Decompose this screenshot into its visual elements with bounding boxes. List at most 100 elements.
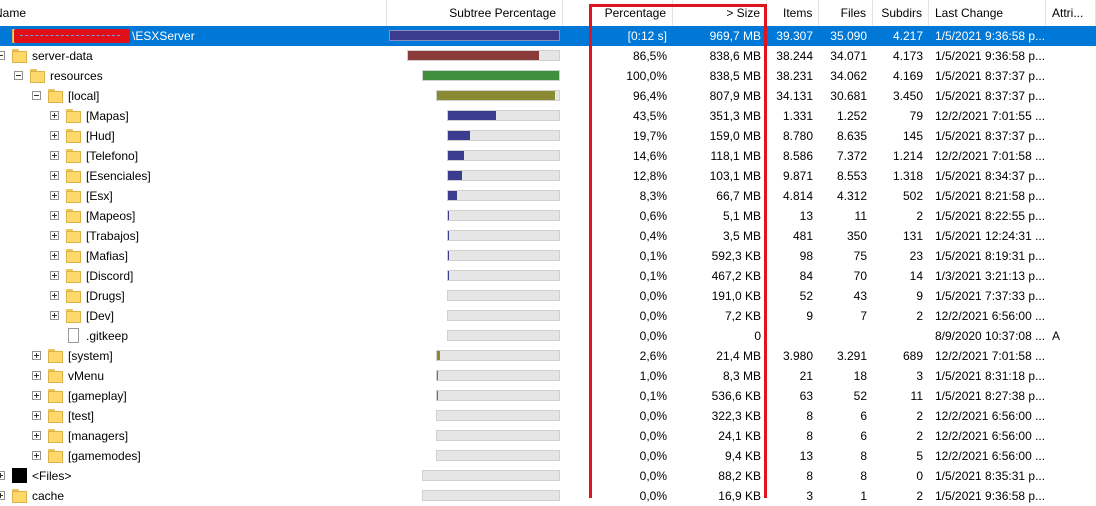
tree-row[interactable]: [Telefono]14,6%118,1 MB8.5867.3721.21412… <box>0 146 1096 166</box>
items-cell: 8 <box>767 426 819 446</box>
collapse-icon[interactable] <box>32 91 41 100</box>
expand-icon[interactable] <box>32 391 41 400</box>
subdirs-cell: 2 <box>873 206 929 226</box>
subtree-percentage-bar <box>436 410 560 421</box>
expand-icon[interactable] <box>50 191 59 200</box>
tree-row[interactable]: cache0,0%16,9 KB3121/5/2021 9:36:58 p... <box>0 486 1096 506</box>
expand-icon[interactable] <box>50 271 59 280</box>
subtree-percentage-fill <box>448 171 462 180</box>
header-files[interactable]: Files <box>819 0 873 27</box>
files-cell: 1.252 <box>819 106 873 126</box>
header-last-change[interactable]: Last Change <box>929 0 1046 27</box>
subtree-percentage-fill <box>448 111 496 120</box>
expand-icon[interactable] <box>50 291 59 300</box>
tree-row[interactable]: \ESXServer[0:12 s]969,7 MB39.30735.0904.… <box>0 26 1096 46</box>
expand-icon[interactable] <box>50 111 59 120</box>
expand-icon[interactable] <box>32 411 41 420</box>
subtree-percentage-bar <box>436 450 560 461</box>
folder-icon <box>66 108 81 123</box>
last-change-cell: 1/5/2021 8:37:37 p... <box>929 126 1046 146</box>
header-name[interactable]: Name <box>0 0 387 27</box>
tree-row[interactable]: [Drugs]0,0%191,0 KB524391/5/2021 7:37:33… <box>0 286 1096 306</box>
expand-icon[interactable] <box>50 131 59 140</box>
header-attributes[interactable]: Attri... <box>1046 0 1096 27</box>
tree-row[interactable]: [test]0,0%322,3 KB86212/2/2021 6:56:00 .… <box>0 406 1096 426</box>
tree-row[interactable]: [Mapas]43,5%351,3 MB1.3311.2527912/2/202… <box>0 106 1096 126</box>
files-cell: 75 <box>819 246 873 266</box>
files-cell: 52 <box>819 386 873 406</box>
subdirs-cell: 2 <box>873 426 929 446</box>
header-subdirs[interactable]: Subdirs <box>873 0 929 27</box>
expand-icon[interactable] <box>50 171 59 180</box>
expand-icon[interactable] <box>32 351 41 360</box>
files-cell: 30.681 <box>819 86 873 106</box>
collapse-icon[interactable] <box>14 71 23 80</box>
subdirs-cell: 1.318 <box>873 166 929 186</box>
expand-icon[interactable] <box>50 311 59 320</box>
subtree-percentage-fill <box>423 71 559 80</box>
subdirs-cell: 145 <box>873 126 929 146</box>
item-name: [managers] <box>68 426 128 446</box>
tree-row[interactable]: [Mafias]0,1%592,3 KB9875231/5/2021 8:19:… <box>0 246 1096 266</box>
column-header: Name Subtree Percentage Percentage > Siz… <box>0 0 1096 28</box>
tree-row[interactable]: [Dev]0,0%7,2 KB97212/2/2021 6:56:00 ... <box>0 306 1096 326</box>
subtree-percentage-fill <box>448 151 464 160</box>
tree-row[interactable]: <Files>0,0%88,2 KB8801/5/2021 8:35:31 p.… <box>0 466 1096 486</box>
subtree-percentage-bar <box>436 90 560 101</box>
items-cell: 63 <box>767 386 819 406</box>
tree-row[interactable]: [Trabajos]0,4%3,5 MB4813501311/5/2021 12… <box>0 226 1096 246</box>
header-subtree-percentage[interactable]: Subtree Percentage <box>387 0 563 27</box>
tree-row[interactable]: [local]96,4%807,9 MB34.13130.6813.4501/5… <box>0 86 1096 106</box>
attributes-cell <box>1046 306 1096 326</box>
last-change-cell: 1/5/2021 8:35:31 p... <box>929 466 1046 486</box>
expand-icon[interactable] <box>50 231 59 240</box>
files-cell: 8.635 <box>819 126 873 146</box>
file-icon <box>68 328 79 343</box>
subtree-percentage-bar <box>447 290 560 301</box>
last-change-cell: 1/5/2021 9:36:58 p... <box>929 26 1046 46</box>
highlight-box <box>589 4 767 498</box>
attributes-cell <box>1046 386 1096 406</box>
tree-row[interactable]: [Hud]19,7%159,0 MB8.7808.6351451/5/2021 … <box>0 126 1096 146</box>
item-name: [Hud] <box>86 126 115 146</box>
expand-icon[interactable] <box>32 451 41 460</box>
item-name: vMenu <box>68 366 104 386</box>
tree-row[interactable]: vMenu1,0%8,3 MB211831/5/2021 8:31:18 p..… <box>0 366 1096 386</box>
tree-row[interactable]: [gamemodes]0,0%9,4 KB138512/2/2021 6:56:… <box>0 446 1096 466</box>
expand-icon[interactable] <box>0 491 5 500</box>
expand-icon[interactable] <box>32 431 41 440</box>
tree-row[interactable]: [gameplay]0,1%536,6 KB6352111/5/2021 8:2… <box>0 386 1096 406</box>
tree-row[interactable]: [Esx]8,3%66,7 MB4.8144.3125021/5/2021 8:… <box>0 186 1096 206</box>
tree-row[interactable]: resources100,0%838,5 MB38.23134.0624.169… <box>0 66 1096 86</box>
tree-row[interactable]: [system]2,6%21,4 MB3.9803.29168912/2/202… <box>0 346 1096 366</box>
tree-row[interactable]: [Esenciales]12,8%103,1 MB9.8718.5531.318… <box>0 166 1096 186</box>
attributes-cell <box>1046 106 1096 126</box>
tree-row[interactable]: [Mapeos]0,6%5,1 MB131121/5/2021 8:22:55 … <box>0 206 1096 226</box>
expand-icon[interactable] <box>50 211 59 220</box>
folder-icon <box>48 368 63 383</box>
expand-icon[interactable] <box>50 151 59 160</box>
tree-row[interactable]: [Discord]0,1%467,2 KB8470141/3/2021 3:21… <box>0 266 1096 286</box>
tree-row[interactable]: server-data86,5%838,6 MB38.24434.0714.17… <box>0 46 1096 66</box>
item-name: [gameplay] <box>68 386 127 406</box>
subtree-percentage-bar <box>447 190 560 201</box>
expand-icon[interactable] <box>50 251 59 260</box>
subdirs-cell: 23 <box>873 246 929 266</box>
tree-row[interactable]: .gitkeep0,0%08/9/2020 10:37:08 ...A <box>0 326 1096 346</box>
expand-icon[interactable] <box>32 371 41 380</box>
last-change-cell: 12/2/2021 6:56:00 ... <box>929 306 1046 326</box>
tree-row[interactable]: [managers]0,0%24,1 KB86212/2/2021 6:56:0… <box>0 426 1096 446</box>
folder-icon <box>66 188 81 203</box>
subtree-percentage-fill <box>448 131 470 140</box>
collapse-icon[interactable] <box>0 51 5 60</box>
expand-icon[interactable] <box>0 471 5 480</box>
last-change-cell: 1/5/2021 7:37:33 p... <box>929 286 1046 306</box>
subtree-percentage-bar <box>436 390 560 401</box>
last-change-cell: 12/2/2021 7:01:58 ... <box>929 146 1046 166</box>
last-change-cell: 1/5/2021 9:36:58 p... <box>929 486 1046 506</box>
folder-icon <box>30 68 45 83</box>
attributes-cell <box>1046 146 1096 166</box>
header-items[interactable]: Items <box>767 0 819 27</box>
items-cell: 13 <box>767 206 819 226</box>
subtree-percentage-bar <box>447 250 560 261</box>
